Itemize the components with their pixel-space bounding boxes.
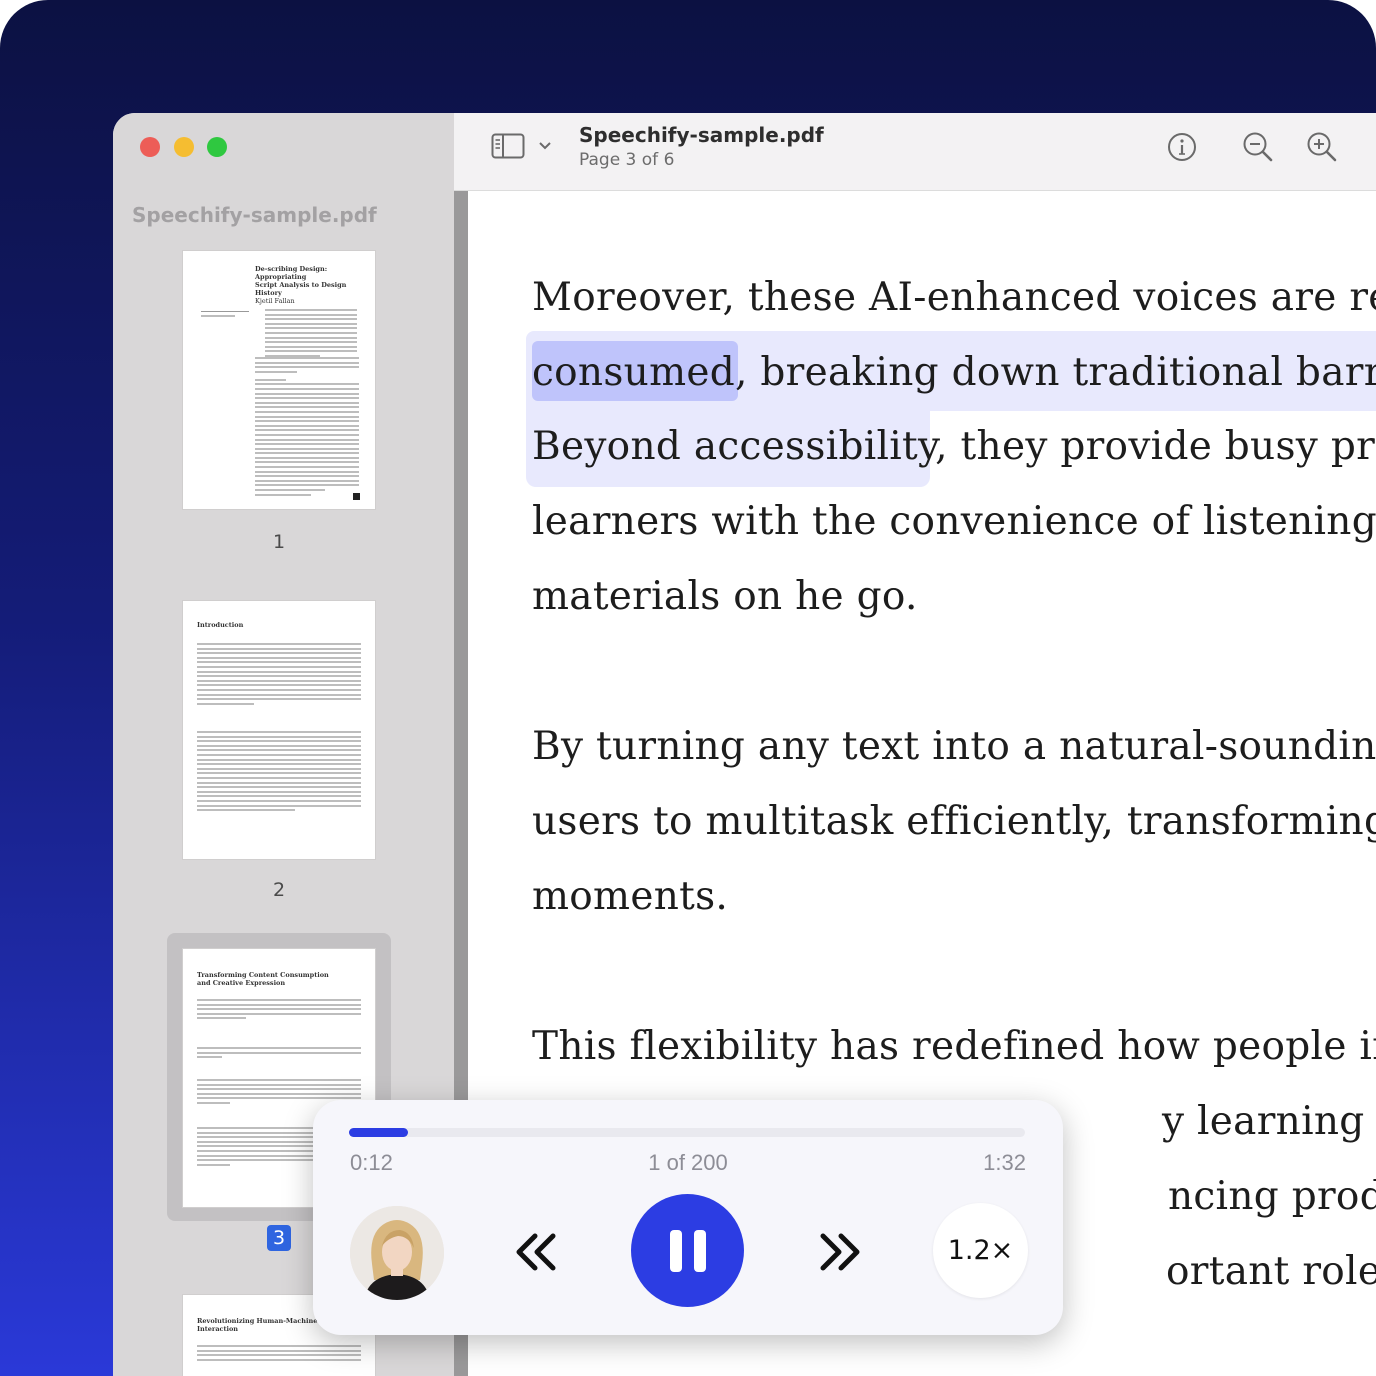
- text-line: This flexibility has redefined how peopl…: [532, 1024, 1376, 1069]
- speechify-player: 0:12 1 of 200 1:32 1.2×: [313, 1100, 1063, 1335]
- playback-speed-button[interactable]: 1.2×: [933, 1203, 1028, 1298]
- page-thumbnail-2[interactable]: Introduction: [183, 601, 375, 859]
- total-duration: 1:32: [983, 1150, 1026, 1175]
- thumbnail-heading: Introduction: [197, 621, 244, 629]
- chevron-down-icon[interactable]: [538, 140, 552, 152]
- thumbnail-heading: De-scribing Design: Appropriating Script…: [255, 265, 347, 305]
- text-line: moments.: [532, 874, 729, 919]
- text-line: learners with the convenience of listeni…: [532, 499, 1376, 544]
- text-line: By turning any text into a natural-sound…: [532, 724, 1376, 769]
- page-indicator: Page 3 of 6: [579, 150, 675, 170]
- text-line-partial: ortant role in cre: [1166, 1249, 1376, 1294]
- text-line-partial: ncing productivi: [1168, 1174, 1376, 1219]
- text-line: consumed, breaking down traditional barr…: [532, 350, 1376, 395]
- minimize-window-button[interactable]: [174, 137, 194, 157]
- text-line: users to multitask efficiently, transfor…: [532, 799, 1376, 844]
- progress-fill: [349, 1128, 408, 1137]
- text-line: Beyond accessibility, they provide busy …: [532, 424, 1376, 469]
- thumbnail-number-1: 1: [272, 531, 286, 553]
- sidebar-toggle-icon[interactable]: [491, 133, 525, 159]
- progress-track[interactable]: [349, 1128, 1025, 1137]
- page-thumbnail-1[interactable]: De-scribing Design: Appropriating Script…: [183, 251, 375, 509]
- text-line: materials on he go.: [532, 574, 918, 619]
- thumbnail-heading: Transforming Content Consumption and Cre…: [197, 971, 329, 987]
- zoom-in-icon[interactable]: [1305, 130, 1339, 164]
- zoom-out-icon[interactable]: [1241, 130, 1275, 164]
- fast-forward-icon[interactable]: [817, 1232, 863, 1272]
- pause-icon: [670, 1230, 706, 1272]
- thumbnail-number-3: 3: [267, 1225, 291, 1251]
- thumbnail-number-2: 2: [272, 879, 286, 901]
- thumbnail-heading: Revolutionizing Human-Machine Interactio…: [197, 1317, 318, 1333]
- text-line-partial: y learning or need: [1162, 1099, 1376, 1144]
- rewind-icon[interactable]: [513, 1232, 559, 1272]
- zoom-window-button[interactable]: [207, 137, 227, 157]
- document-title: Speechify-sample.pdf: [579, 123, 824, 147]
- avatar[interactable]: [350, 1206, 444, 1300]
- pause-button[interactable]: [631, 1194, 744, 1307]
- text-line: Moreover, these AI-enhanced voices are r…: [532, 275, 1376, 320]
- sidebar-title: Speechify-sample.pdf: [132, 203, 377, 227]
- track-position: 1 of 200: [648, 1150, 728, 1175]
- close-window-button[interactable]: [140, 137, 160, 157]
- info-icon[interactable]: [1166, 131, 1198, 163]
- toolbar: Speechify-sample.pdf Page 3 of 6: [454, 113, 1376, 191]
